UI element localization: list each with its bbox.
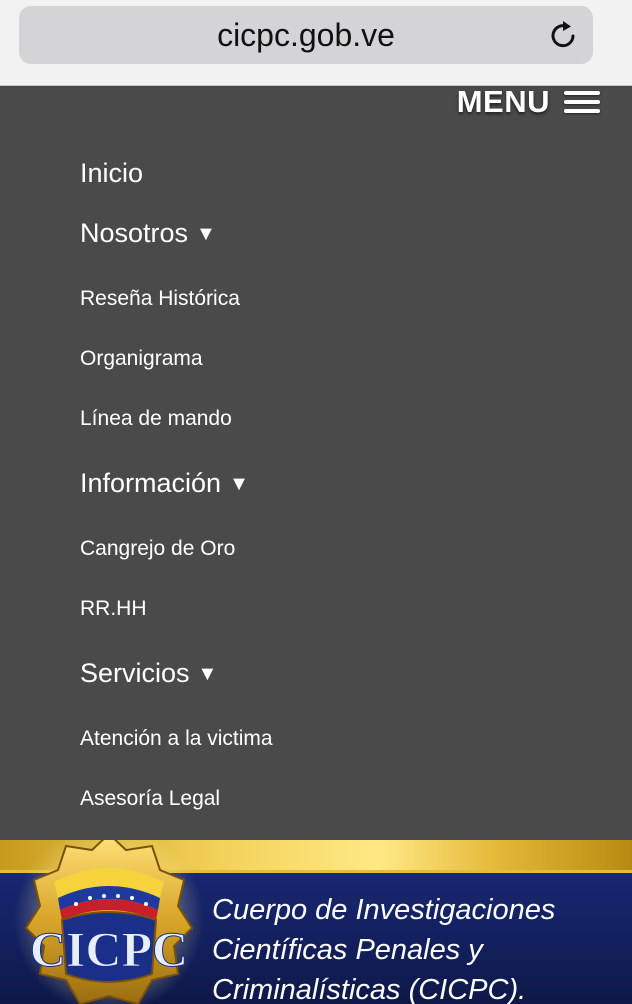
nav-label: Organigrama (80, 347, 203, 370)
nav-menu: MENU Inicio Nosotros ▼ Reseña Histórica O… (0, 84, 632, 840)
hamburger-icon (564, 91, 600, 113)
banner-line-3: Criminalísticas (CICPC). (212, 974, 527, 1004)
nav-item-resena-historica[interactable]: Reseña Histórica (80, 287, 240, 311)
dropdown-arrow-icon: ▼ (196, 223, 216, 245)
nav-item-cangrejo-de-oro[interactable]: Cangrejo de Oro (80, 537, 235, 561)
nav-label: Reseña Histórica (80, 287, 240, 310)
nav-label: Servicios (80, 658, 190, 688)
nav-item-inicio[interactable]: Inicio (80, 158, 143, 189)
nav-label: Información (80, 468, 222, 498)
menu-label: MENU (456, 84, 550, 119)
menu-toggle-button[interactable]: MENU (457, 80, 600, 124)
banner-line-2: Científicas Penales y (212, 934, 483, 966)
nav-item-informacion[interactable]: Información ▼ (80, 468, 249, 499)
dropdown-arrow-icon: ▼ (229, 473, 249, 495)
nav-item-asesoria-legal[interactable]: Asesoría Legal (80, 787, 220, 811)
banner-title: Cuerpo de Investigaciones Científicas Pe… (212, 890, 632, 1004)
nav-item-atencion-victima[interactable]: Atención a la victima (80, 727, 273, 751)
nav-item-servicios[interactable]: Servicios ▼ (80, 658, 217, 689)
url-text[interactable]: cicpc.gob.ve (19, 6, 593, 64)
address-bar[interactable]: cicpc.gob.ve (19, 6, 593, 64)
nav-label: Asesoría Legal (80, 787, 221, 810)
nav-label: Línea de mando (80, 407, 232, 430)
nav-item-organigrama[interactable]: Organigrama (80, 347, 203, 371)
badge-letters: CICPC (30, 921, 188, 977)
cicpc-badge-logo[interactable]: CICPC (14, 840, 204, 1004)
nav-label: Inicio (80, 158, 144, 188)
nav-item-rrhh[interactable]: RR.HH (80, 597, 147, 621)
nav-label: Cangrejo de Oro (80, 537, 236, 560)
nav-item-linea-de-mando[interactable]: Línea de mando (80, 407, 232, 431)
browser-chrome: cicpc.gob.ve (0, 0, 632, 86)
banner-line-1: Cuerpo de Investigaciones (212, 894, 556, 926)
nav-label: Atención a la victima (80, 727, 273, 750)
nav-label: Nosotros (80, 218, 189, 248)
reload-icon[interactable] (547, 19, 579, 51)
dropdown-arrow-icon: ▼ (197, 663, 218, 685)
nav-item-nosotros[interactable]: Nosotros ▼ (80, 218, 216, 249)
site-banner: CICPC Cuerpo de Investigaciones Científi… (0, 840, 632, 1004)
nav-label: RR.HH (80, 597, 147, 620)
